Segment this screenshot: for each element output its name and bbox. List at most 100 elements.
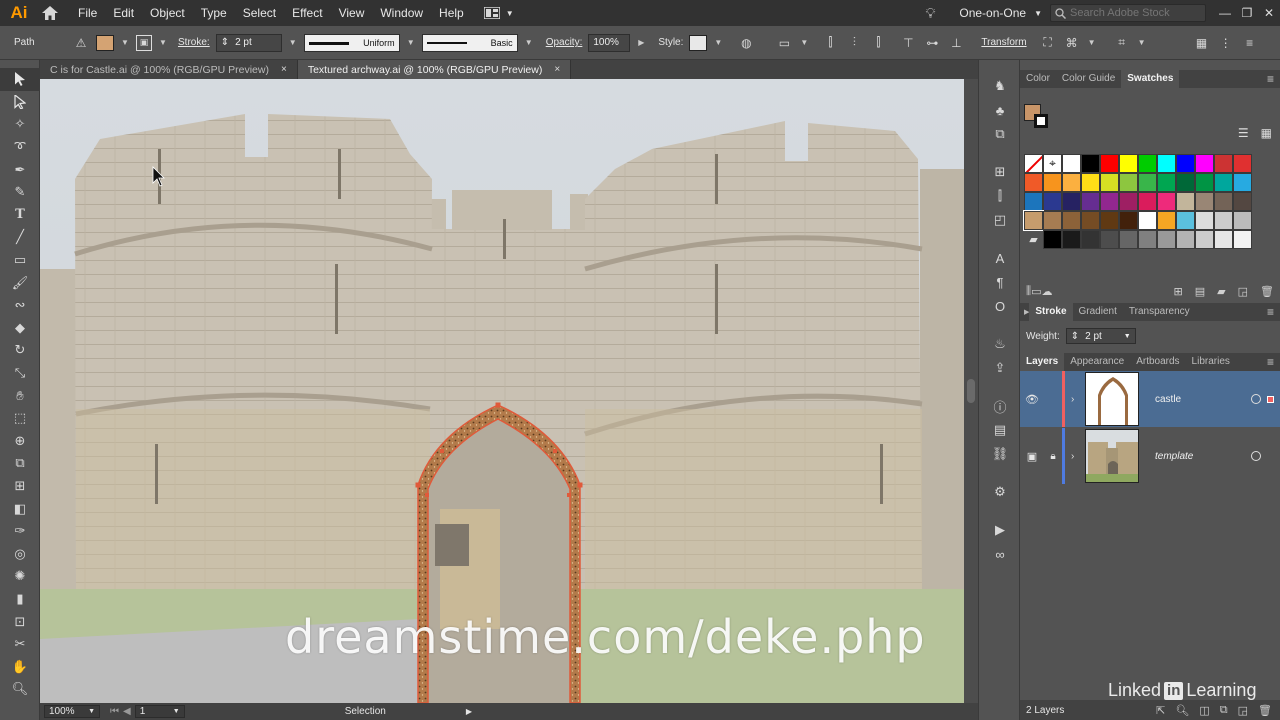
swatch[interactable] — [1233, 154, 1252, 173]
collapse-icon[interactable]: ▶ — [1020, 308, 1029, 316]
image-trace-icon[interactable]: ♨ — [979, 332, 1021, 356]
chevron-right-icon[interactable]: › — [1071, 394, 1085, 405]
tab-artboards[interactable]: Artboards — [1130, 353, 1185, 371]
links-icon[interactable]: ⛓ — [979, 442, 1021, 466]
swatch[interactable] — [1138, 173, 1157, 192]
opentype-icon[interactable]: O — [979, 294, 1021, 318]
previous-artboard-icon[interactable]: ◀ — [123, 706, 131, 717]
delete-layer-icon[interactable]: 🗑︎ — [1258, 704, 1272, 717]
swatch[interactable] — [1119, 154, 1138, 173]
curvature-tool-icon[interactable]: ✎ — [0, 181, 40, 204]
menu-object[interactable]: Object — [142, 0, 193, 26]
swatch[interactable] — [1062, 173, 1081, 192]
first-artboard-icon[interactable]: ⏮ — [110, 706, 119, 717]
asset-export-icon[interactable]: ⇪ — [979, 356, 1021, 380]
warning-icon[interactable]: ⚠ — [72, 34, 90, 52]
stroke-weight-field[interactable]: ⇕ 2 pt — [215, 33, 282, 52]
target-icon[interactable] — [1251, 451, 1261, 461]
scroll-thumb[interactable] — [967, 379, 975, 403]
puppet-warp-tool-icon[interactable]: ✋︎ — [0, 384, 40, 407]
restore-icon[interactable]: ❐ — [1236, 0, 1258, 26]
swatch-folder-icon[interactable]: ▰ — [1024, 230, 1043, 249]
layer-row-castle[interactable]: 👁︎ › castle — [1020, 371, 1280, 427]
close-icon[interactable]: ✕ — [1258, 0, 1280, 26]
swatch[interactable] — [1119, 230, 1138, 249]
symbols-icon[interactable]: ♣ — [979, 98, 1021, 122]
tab-textured-archway[interactable]: Textured archway.ai @ 100% (RGB/GPU Prev… — [297, 60, 572, 79]
fill-color-swatch[interactable] — [96, 34, 114, 51]
graphic-styles-icon[interactable]: ⧉ — [979, 122, 1021, 146]
swatch[interactable] — [1024, 192, 1043, 211]
export-icon[interactable]: ⇱ — [1156, 704, 1165, 717]
tab-layers[interactable]: Layers — [1020, 353, 1065, 371]
tab-gradient[interactable]: Gradient — [1073, 303, 1123, 321]
swatch[interactable] — [1214, 211, 1233, 230]
perspective-grid-tool-icon[interactable]: ⧉ — [0, 452, 40, 475]
panel-menu-icon[interactable]: ≡ — [1267, 353, 1274, 371]
panel-menu-icon[interactable]: ≡ — [1267, 303, 1274, 321]
new-layer-icon[interactable]: ◲ — [1238, 704, 1248, 717]
eye-icon[interactable]: 👁︎ — [1020, 393, 1044, 406]
mesh-tool-icon[interactable]: ⊞ — [0, 475, 40, 498]
close-icon[interactable]: × — [554, 64, 560, 75]
menu-help[interactable]: Help — [431, 0, 472, 26]
swatch[interactable] — [1043, 192, 1062, 211]
home-icon[interactable] — [38, 0, 62, 26]
swatch[interactable] — [1138, 154, 1157, 173]
stock-search[interactable] — [1050, 4, 1206, 22]
align-to-icon[interactable]: ▭ — [775, 34, 793, 52]
column-graph-tool-icon[interactable]: ▮ — [0, 588, 40, 611]
selection-indicator[interactable] — [1267, 395, 1274, 403]
variable-width-profile[interactable]: Uniform — [303, 33, 400, 52]
swatch[interactable] — [1062, 211, 1081, 230]
arrange-panels-icon[interactable]: ▦ — [1193, 34, 1211, 52]
tab-appearance[interactable]: Appearance — [1064, 353, 1130, 371]
magic-wand-tool-icon[interactable]: ✧ — [0, 113, 40, 136]
color-group-icon[interactable]: ▤ — [1195, 285, 1205, 298]
arrange-documents-button[interactable]: ▼ — [483, 7, 514, 19]
tab-swatches[interactable]: Swatches — [1121, 70, 1180, 88]
weight-field[interactable]: ⇕ 2 pt ▼ — [1065, 328, 1136, 344]
info-icon[interactable]: ⓘ — [979, 394, 1021, 418]
blend-tool-icon[interactable]: ◎ — [0, 542, 40, 565]
menu-select[interactable]: Select — [235, 0, 284, 26]
locate-object-icon[interactable]: 🔍︎ — [1175, 704, 1189, 717]
chevron-right-icon[interactable]: ▶ — [636, 38, 646, 47]
tab-castle-doc[interactable]: C is for Castle.ai @ 100% (RGB/GPU Previ… — [40, 60, 298, 79]
chevron-down-icon[interactable]: ▼ — [1087, 38, 1097, 47]
rectangle-tool-icon[interactable]: ▭ — [0, 249, 40, 272]
list-view-icon[interactable]: ☰ — [1238, 126, 1249, 140]
free-transform-tool-icon[interactable]: ⬚ — [0, 407, 40, 430]
layer-row-template[interactable]: ▣ 🔒︎ › template — [1020, 428, 1280, 484]
swatch[interactable] — [1100, 192, 1119, 211]
symbol-sprayer-tool-icon[interactable]: ✺ — [0, 565, 40, 588]
menu-effect[interactable]: Effect — [284, 0, 330, 26]
artboard-tool-icon[interactable]: ⊡ — [0, 610, 40, 633]
type-tool-icon[interactable]: T — [0, 204, 40, 227]
zoom-field[interactable]: 100% ▼ — [44, 705, 100, 718]
artboard-number-field[interactable]: 1 ▼ — [134, 705, 185, 718]
puppet-warp-icon[interactable]: ⌗ — [1113, 34, 1131, 52]
align-middle-icon[interactable]: ⊶ — [923, 34, 941, 52]
opacity-field[interactable]: 100% — [588, 33, 631, 52]
chevron-down-icon[interactable]: ▼ — [406, 38, 416, 47]
properties-gear-icon[interactable]: ⚙ — [979, 480, 1021, 504]
chevron-down-icon[interactable]: ▼ — [1137, 38, 1147, 47]
menu-view[interactable]: View — [331, 0, 373, 26]
swatch-none[interactable] — [1024, 154, 1043, 173]
recolor-artwork-icon[interactable]: ◍ — [737, 34, 755, 52]
swatch[interactable] — [1176, 211, 1195, 230]
line-tool-icon[interactable]: ╱ — [0, 226, 40, 249]
gradient-tool-icon[interactable]: ◧ — [0, 497, 40, 520]
align-left-icon[interactable]: ⫿ — [821, 34, 839, 52]
swatch[interactable] — [1176, 230, 1195, 249]
swatch[interactable] — [1176, 173, 1195, 192]
swatch[interactable] — [1157, 211, 1176, 230]
chevron-down-icon[interactable]: ▼ — [799, 38, 809, 47]
chevron-down-icon[interactable]: ▼ — [158, 38, 168, 47]
align-icon[interactable]: ⫿ — [979, 184, 1021, 208]
search-input[interactable] — [1070, 7, 1200, 19]
swatch[interactable] — [1214, 192, 1233, 211]
swatch[interactable] — [1119, 173, 1138, 192]
swatch[interactable] — [1233, 230, 1252, 249]
